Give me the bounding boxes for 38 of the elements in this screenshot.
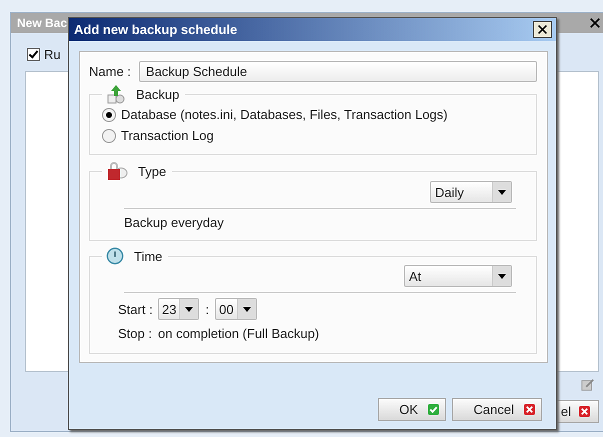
dropdown[interactable]: At [404, 265, 512, 287]
edit-icon[interactable] [581, 378, 595, 392]
radio-label: Transaction Log [121, 128, 214, 143]
field-label: Start : [118, 302, 154, 316]
cancel-icon [579, 406, 590, 417]
checkbox[interactable] [27, 48, 40, 60]
window-title: New Bac [17, 16, 68, 30]
group-title: Type [138, 164, 166, 178]
field-label: Stop : [118, 326, 153, 340]
close-icon [537, 24, 548, 35]
check-icon [428, 404, 439, 415]
caret-icon [498, 274, 506, 278]
radio-button[interactable] [102, 108, 116, 122]
close-button[interactable] [533, 21, 552, 38]
dropdown[interactable]: Daily [430, 181, 512, 203]
caret-icon [185, 306, 194, 312]
caret-icon [242, 306, 251, 312]
radio-button[interactable] [102, 128, 116, 142]
dropdown[interactable]: 23 [158, 298, 200, 320]
field-label: Name : [89, 64, 131, 79]
stop-text: on completion (Full Backup) [158, 326, 320, 340]
cancel-button[interactable]: Cancel [452, 398, 542, 421]
lock-icon [106, 161, 128, 181]
input-field[interactable]: Backup Schedule [138, 61, 537, 82]
dropdown[interactable]: 00 [215, 298, 257, 320]
dialog-title: Add new backup schedule [74, 22, 238, 37]
separator-text: : [204, 302, 210, 316]
description-text: Backup everyday [123, 214, 225, 232]
checkbox-label: Ru [44, 46, 61, 62]
clock-icon [106, 247, 124, 265]
caret-icon [498, 190, 506, 194]
cancel-icon [524, 404, 535, 415]
ok-button[interactable]: OK [378, 398, 446, 421]
close-icon[interactable] [589, 17, 601, 29]
group-title: Backup [136, 86, 180, 102]
group-title: Time [134, 248, 162, 264]
radio-label: Database (notes.ini, Databases, Files, Transaction Logs) [121, 107, 448, 122]
upload-icon [106, 84, 126, 104]
